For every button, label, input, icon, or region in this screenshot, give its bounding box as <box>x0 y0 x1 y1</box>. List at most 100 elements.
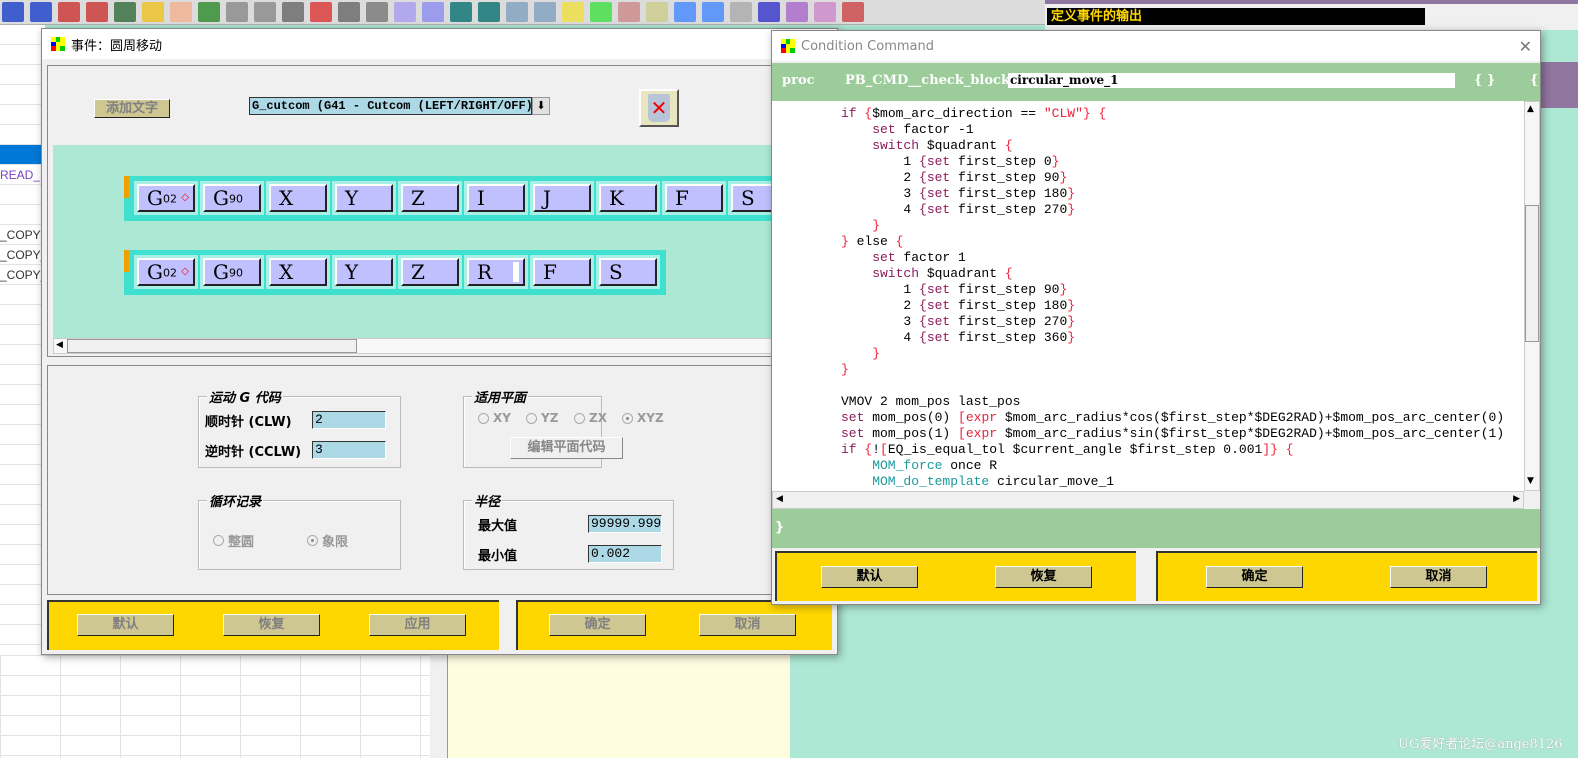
sidebar-row[interactable]: READ_M <box>0 165 45 185</box>
word-block-g02[interactable]: G02 ◇ <box>134 181 198 215</box>
ok-button[interactable]: 确定 <box>549 614 646 636</box>
xc-axis-icon[interactable] <box>142 2 164 22</box>
add-text-button[interactable]: 添加文字 <box>94 99 170 118</box>
point-icon[interactable] <box>226 2 248 22</box>
apply-button[interactable]: 应用 <box>369 614 466 636</box>
sidebar-row[interactable] <box>0 25 45 45</box>
vertical-scrollbar[interactable]: ▲ ▼ <box>1524 101 1540 491</box>
word-block-r[interactable]: R <box>464 255 528 289</box>
cube-icon[interactable] <box>114 2 136 22</box>
cancel-button[interactable]: 取消 <box>699 614 796 636</box>
sidebar-row[interactable]: _COPY_ <box>0 265 45 285</box>
sidebar-row[interactable] <box>0 205 45 225</box>
sidebar-row[interactable] <box>0 505 45 525</box>
word-dropdown[interactable]: G_cutcom (G41 - Cutcom (LEFT/RIGHT/OFF))… <box>249 97 550 115</box>
word-block-f[interactable]: F <box>662 181 726 215</box>
arrow-left-icon[interactable] <box>366 2 388 22</box>
sidebar-row[interactable] <box>0 125 45 145</box>
trash-button[interactable]: ✕ <box>639 89 679 127</box>
wire-box-icon[interactable] <box>842 2 864 22</box>
copy-right-icon[interactable] <box>506 2 528 22</box>
restore-button[interactable]: 恢复 <box>223 614 320 636</box>
sidebar-row[interactable] <box>0 365 45 385</box>
word-block-k[interactable]: K <box>596 181 660 215</box>
green-block-icon[interactable] <box>562 2 584 22</box>
restore-button[interactable]: 恢复 <box>995 566 1092 588</box>
ok-button[interactable]: 确定 <box>1206 566 1303 588</box>
scroll-up-icon[interactable]: ▲ <box>1527 104 1534 114</box>
edit-plane-code-button[interactable]: 编辑平面代码 <box>510 437 623 459</box>
yellow-block-icon[interactable] <box>534 2 556 22</box>
plane-radio-xyz[interactable]: XYZ <box>622 411 664 425</box>
scroll-right-icon[interactable]: ▶ <box>1513 494 1520 504</box>
sidebar-row[interactable] <box>0 85 45 105</box>
export-icon[interactable] <box>646 2 668 22</box>
sidebar-row[interactable] <box>0 485 45 505</box>
sidebar-row[interactable] <box>0 625 45 645</box>
cw-code-input[interactable]: 2 <box>312 411 386 429</box>
word-block-j[interactable]: J <box>530 181 594 215</box>
word-block-g90[interactable]: G90 <box>200 255 264 289</box>
scroll-left-icon[interactable]: ◀ <box>56 340 63 350</box>
copy-left-icon[interactable] <box>478 2 500 22</box>
word-block-z[interactable]: Z <box>398 181 462 215</box>
face-icon[interactable] <box>702 2 724 22</box>
scrollbar-thumb[interactable] <box>1525 205 1539 342</box>
sidebar-row[interactable]: _COPY <box>0 225 45 245</box>
rotate-view-icon[interactable] <box>814 2 836 22</box>
shape-icon[interactable] <box>590 2 612 22</box>
move-icon[interactable] <box>2 2 24 22</box>
code-horizontal-scrollbar[interactable]: ◀ ▶ <box>772 491 1524 509</box>
code-editor[interactable]: if {$mom_arc_direction == "CLW"} { set f… <box>772 101 1524 491</box>
word-block-i[interactable]: I <box>464 181 528 215</box>
plane-radio-zx[interactable]: ZX <box>574 411 607 425</box>
sidebar-row[interactable] <box>0 605 45 625</box>
sidebar-row[interactable] <box>0 385 45 405</box>
sidebar-row[interactable] <box>0 105 45 125</box>
abs-axis-icon[interactable] <box>282 2 304 22</box>
word-block-g02[interactable]: G02 ◇ <box>134 255 198 289</box>
scroll-down-icon[interactable]: ▼ <box>1527 476 1534 486</box>
arrow-right-icon[interactable] <box>394 2 416 22</box>
word-block-x[interactable]: X <box>266 255 330 289</box>
sidebar-row[interactable] <box>0 285 45 305</box>
sidebar-row[interactable] <box>0 45 45 65</box>
cylinder-icon[interactable] <box>254 2 276 22</box>
sidebar-row[interactable] <box>0 585 45 605</box>
forward-icon[interactable] <box>450 2 472 22</box>
sidebar-row[interactable] <box>0 525 45 545</box>
plane-radio-xy[interactable]: XY <box>478 411 511 425</box>
sidebar-row[interactable] <box>0 345 45 365</box>
sidebar-row[interactable] <box>0 565 45 585</box>
ccw-code-input[interactable]: 3 <box>312 441 386 459</box>
back-icon[interactable] <box>422 2 444 22</box>
sidebar-row[interactable] <box>0 465 45 485</box>
mirror-icon[interactable] <box>30 2 52 22</box>
pen-icon[interactable] <box>170 2 192 22</box>
word-block-y[interactable]: Y <box>332 181 396 215</box>
min-radius-input[interactable]: 0.002 <box>588 545 662 563</box>
horizontal-scrollbar[interactable]: ◀ <box>53 338 808 354</box>
word-block-z[interactable]: Z <box>398 255 462 289</box>
word-block-f[interactable]: F <box>530 255 594 289</box>
list-icon[interactable] <box>338 2 360 22</box>
edit-icon[interactable] <box>674 2 696 22</box>
sidebar-row[interactable] <box>0 445 45 465</box>
max-radius-input[interactable]: 99999.999 <box>588 515 662 533</box>
scrollbar-thumb[interactable] <box>67 339 357 353</box>
erase-icon[interactable] <box>618 2 640 22</box>
dropdown-arrow-icon[interactable]: ⬇ <box>532 97 550 115</box>
wireframe-icon[interactable] <box>198 2 220 22</box>
measure-icon[interactable] <box>310 2 332 22</box>
close-icon[interactable]: ✕ <box>1519 37 1532 56</box>
prism-icon[interactable] <box>786 2 808 22</box>
word-block-s[interactable]: S <box>596 255 660 289</box>
sidebar-row[interactable] <box>0 185 45 205</box>
plane-radio-yz[interactable]: YZ <box>526 411 558 425</box>
word-block-g90[interactable]: G90 <box>200 181 264 215</box>
sidebar-row[interactable] <box>0 145 45 165</box>
sidebar-row[interactable] <box>0 65 45 85</box>
pin-icon[interactable] <box>730 2 752 22</box>
word-block-x[interactable]: X <box>266 181 330 215</box>
cycle-radio[interactable]: 整圆 <box>213 531 254 550</box>
